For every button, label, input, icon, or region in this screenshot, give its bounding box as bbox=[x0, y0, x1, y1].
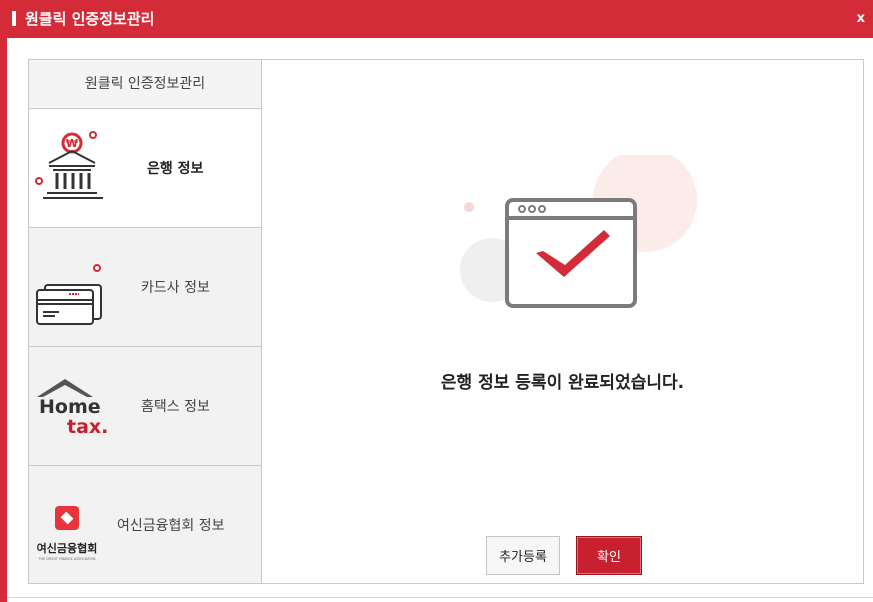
sidebar-item-bank[interactable]: ₩ 은행 정보 bbox=[29, 109, 261, 228]
dialog-window: 원클릭 인증정보관리 x 원클릭 인증정보관리 ₩ 은행 정보 카드사 정보 H… bbox=[0, 0, 873, 602]
svg-text:₩: ₩ bbox=[66, 137, 78, 150]
browser-window-checkmark-icon bbox=[460, 155, 697, 308]
sidebar: 원클릭 인증정보관리 ₩ 은행 정보 카드사 정보 Home tax. 홈택스 … bbox=[29, 60, 262, 583]
close-button[interactable]: x bbox=[857, 11, 865, 26]
bank-icon: ₩ bbox=[35, 131, 103, 199]
sidebar-item-label: 홈택스 정보 bbox=[141, 399, 210, 415]
sidebar-item-cfa[interactable]: 여신금융협회 THE CREDIT FINANCE ASSOCIATION 여신… bbox=[29, 466, 261, 583]
bottom-divider bbox=[7, 597, 873, 598]
sidebar-item-label: 은행 정보 bbox=[147, 161, 204, 177]
svg-text:tax.: tax. bbox=[67, 416, 108, 438]
left-border bbox=[0, 0, 7, 602]
sidebar-item-card[interactable]: 카드사 정보 bbox=[29, 228, 261, 347]
hometax-logo-icon: Home tax. bbox=[37, 379, 108, 438]
svg-text:Home: Home bbox=[39, 396, 101, 418]
credit-finance-association-logo-icon: 여신금융협회 THE CREDIT FINANCE ASSOCIATION bbox=[37, 506, 98, 561]
svg-text:여신금융협회: 여신금융협회 bbox=[37, 541, 98, 555]
sidebar-header: 원클릭 인증정보관리 bbox=[29, 60, 261, 109]
confirm-button[interactable]: 확인 bbox=[576, 536, 642, 575]
add-registration-button[interactable]: 추가등록 bbox=[486, 536, 560, 575]
sidebar-item-label: 카드사 정보 bbox=[141, 280, 210, 296]
sidebar-item-label: 여신금융협회 정보 bbox=[117, 518, 225, 534]
sidebar-item-hometax[interactable]: Home tax. 홈택스 정보 bbox=[29, 347, 261, 466]
window-title: 원클릭 인증정보관리 bbox=[25, 10, 155, 28]
main-panel: 원클릭 인증정보관리 ₩ 은행 정보 카드사 정보 Home tax. 홈택스 … bbox=[28, 59, 864, 584]
content-area: 은행 정보 등록이 완료되었습니다. 추가등록 확인 bbox=[262, 60, 863, 583]
title-mark bbox=[12, 11, 16, 26]
svg-text:THE CREDIT FINANCE ASSOCIATION: THE CREDIT FINANCE ASSOCIATION bbox=[38, 557, 96, 561]
completion-message: 은행 정보 등록이 완료되었습니다. bbox=[440, 373, 685, 393]
credit-card-icon bbox=[36, 264, 102, 325]
title-bar: 원클릭 인증정보관리 x bbox=[0, 0, 873, 38]
